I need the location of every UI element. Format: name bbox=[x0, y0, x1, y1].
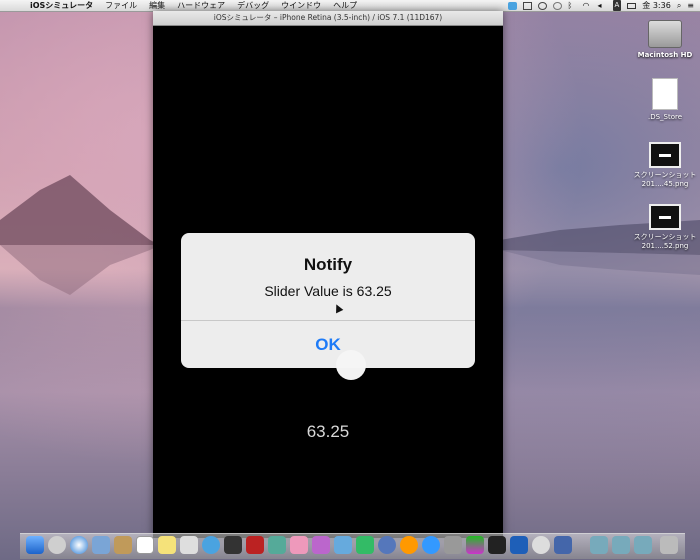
app-store-icon[interactable] bbox=[422, 536, 440, 554]
menu-app-name[interactable]: iOSシミュレータ bbox=[30, 0, 93, 11]
menu-hardware[interactable]: ハードウェア bbox=[177, 0, 225, 11]
messages-icon[interactable] bbox=[202, 536, 220, 554]
menu-edit[interactable]: 編集 bbox=[149, 0, 165, 11]
menu-status-area: ᛒ ◠ ◂ A 金 3:36 ⌕ ≡ bbox=[507, 0, 694, 11]
list-icon[interactable]: ≡ bbox=[687, 0, 694, 11]
desktop-icon-ds-store[interactable]: .DS_Store bbox=[630, 78, 700, 122]
launchpad-icon[interactable] bbox=[48, 536, 66, 554]
volume-icon[interactable]: ◂ bbox=[598, 1, 607, 10]
alert-dialog: Notify Slider Value is 63.25 OK bbox=[181, 233, 475, 368]
simulator-title: iOSシミュレータ – iPhone Retina (3.5-inch) / i… bbox=[153, 11, 503, 26]
menu-debug[interactable]: デバッグ bbox=[237, 0, 269, 11]
menu-help[interactable]: ヘルプ bbox=[333, 0, 357, 11]
activity-monitor-icon[interactable] bbox=[488, 536, 506, 554]
system-preferences-icon[interactable] bbox=[444, 536, 462, 554]
menu-file[interactable]: ファイル bbox=[105, 0, 137, 11]
xcode-icon[interactable] bbox=[510, 536, 528, 554]
notes-icon[interactable] bbox=[158, 536, 176, 554]
status-menu-icon[interactable] bbox=[552, 1, 562, 10]
applications-folder-icon[interactable] bbox=[590, 536, 608, 554]
menu-clock[interactable]: 金 3:36 bbox=[642, 0, 671, 11]
finder-icon[interactable] bbox=[26, 536, 44, 554]
app-icon[interactable] bbox=[554, 536, 572, 554]
hard-drive-icon bbox=[648, 20, 682, 48]
desktop-icon-label: Macintosh HD bbox=[637, 51, 693, 59]
iphoto-icon[interactable] bbox=[268, 536, 286, 554]
contacts-icon[interactable] bbox=[114, 536, 132, 554]
ok-button[interactable]: OK bbox=[181, 321, 475, 368]
menu-window[interactable]: ウインドウ bbox=[281, 0, 321, 11]
alert-title: Notify bbox=[303, 255, 353, 274]
input-method-icon[interactable]: A bbox=[612, 0, 622, 11]
status-menu-icon[interactable] bbox=[537, 1, 547, 10]
instruments-icon[interactable] bbox=[532, 536, 550, 554]
bluetooth-icon[interactable]: ᛒ bbox=[568, 1, 577, 10]
document-icon bbox=[652, 78, 678, 110]
battery-icon[interactable] bbox=[627, 2, 637, 9]
status-menu-icon[interactable] bbox=[507, 1, 517, 10]
desktop-icon-label: スクリーンショット 201....52.png bbox=[633, 233, 697, 250]
iphone-screen: 63.25 Notify Slider Value is 63.25 OK bbox=[153, 26, 503, 538]
desktop-icon-label: スクリーンショット 201....45.png bbox=[633, 171, 697, 188]
numbers-icon[interactable] bbox=[356, 536, 374, 554]
ibooks-icon[interactable] bbox=[400, 536, 418, 554]
safari-icon[interactable] bbox=[70, 536, 88, 554]
documents-folder-icon[interactable] bbox=[612, 536, 630, 554]
status-menu-icon[interactable] bbox=[522, 1, 532, 10]
desktop-icon-screenshot-2[interactable]: スクリーンショット 201....52.png bbox=[630, 204, 700, 251]
downloads-folder-icon[interactable] bbox=[634, 536, 652, 554]
image-file-icon bbox=[649, 204, 681, 230]
desktop-icon-screenshot-1[interactable]: スクリーンショット 201....45.png bbox=[630, 142, 700, 189]
app-icon[interactable] bbox=[312, 536, 330, 554]
photo-booth-icon[interactable] bbox=[246, 536, 264, 554]
image-file-icon bbox=[649, 142, 681, 168]
keynote-icon[interactable] bbox=[334, 536, 352, 554]
desktop-icon-macintosh-hd[interactable]: Macintosh HD bbox=[630, 20, 700, 60]
wifi-icon[interactable]: ◠ bbox=[583, 1, 592, 10]
alert-message: Slider Value is 63.25 bbox=[264, 283, 392, 299]
preview-icon[interactable] bbox=[92, 536, 110, 554]
trash-icon[interactable] bbox=[660, 536, 678, 554]
desktop-icon-label: .DS_Store bbox=[647, 113, 683, 121]
dock bbox=[20, 533, 685, 559]
simulator-window: iOSシミュレータ – iPhone Retina (3.5-inch) / i… bbox=[153, 11, 503, 538]
app-store-icon[interactable] bbox=[378, 536, 396, 554]
app-icon[interactable] bbox=[466, 536, 484, 554]
calendar-icon[interactable] bbox=[136, 536, 154, 554]
itunes-icon[interactable] bbox=[290, 536, 308, 554]
slider-value-label: 63.25 bbox=[306, 422, 350, 441]
facetime-icon[interactable] bbox=[224, 536, 242, 554]
search-icon[interactable]: ⌕ bbox=[677, 0, 681, 11]
reminders-icon[interactable] bbox=[180, 536, 198, 554]
